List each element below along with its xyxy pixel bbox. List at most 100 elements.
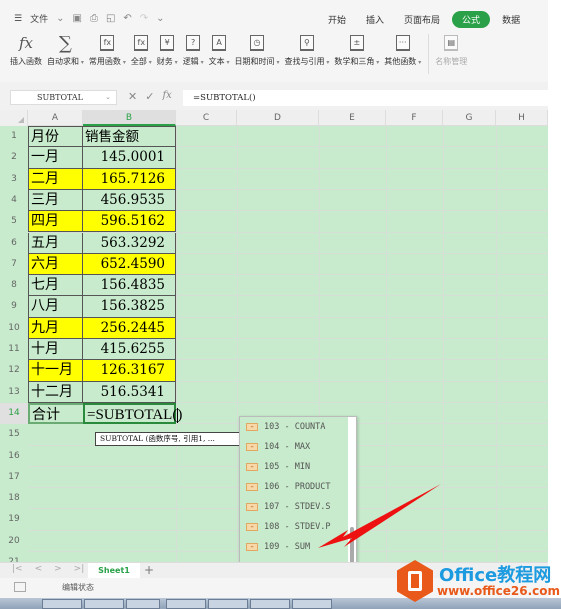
taskbar-item[interactable] [84,599,124,609]
column-header-C[interactable]: C [176,110,237,126]
row-header-17[interactable]: 17 [0,466,28,489]
cell-B12[interactable]: 126.3167 [83,360,176,382]
row-header-16[interactable]: 16 [0,445,28,467]
insert-function-icon[interactable]: fx [162,90,171,103]
next-sheet-icon[interactable]: > [54,564,62,574]
column-header-B[interactable]: B [83,110,176,126]
row-header-13[interactable]: 13 [0,381,28,403]
cell-A11[interactable]: 十月 [28,339,83,361]
autocomplete-item[interactable]: ↔ 106 - PRODUCT [240,477,356,497]
cell-A13[interactable]: 十二月 [28,381,83,403]
undo-icon[interactable]: ↶ [123,13,131,24]
cell-A3[interactable]: 二月 [28,168,83,190]
taskbar-item[interactable] [42,599,82,609]
cancel-icon[interactable]: ✕ [128,90,137,103]
row-header-18[interactable]: 18 [0,488,28,510]
ribbon-button-1[interactable]: ∑ 自动求和 ▾ [47,32,84,67]
cell-B8[interactable]: 156.4835 [83,275,176,297]
cell-B4[interactable]: 456.9535 [83,189,176,212]
cell-A6[interactable]: 五月 [28,232,83,254]
tab-4[interactable]: 数据 [494,11,528,28]
autocomplete-item[interactable]: ↔ 109 - SUM [240,537,356,557]
cell-B5[interactable]: 596.5162 [83,211,176,233]
ribbon-button-7[interactable]: ◷ 日期和时间 ▾ [235,32,279,67]
ribbon-button-8[interactable]: ⚲ 查找与引用 ▾ [284,32,329,67]
file-menu[interactable]: 文件 [30,12,48,25]
prev-sheet-icon[interactable]: < [35,564,43,574]
column-header-D[interactable]: D [237,110,319,126]
ribbon-button-0[interactable]: fx 插入函数 [10,32,42,67]
cell-B7[interactable]: 652.4590 [83,253,176,276]
cell-B3[interactable]: 165.7126 [83,168,176,190]
ribbon-button-2[interactable]: fx 常用函数 ▾ [89,32,126,67]
row-header-19[interactable]: 19 [0,509,28,531]
redo-icon[interactable]: ↷ [140,13,148,24]
row-header-12[interactable]: 12 [0,360,28,382]
first-sheet-icon[interactable]: |< [12,564,23,574]
row-header-14[interactable]: 14 [0,402,28,425]
column-header-A[interactable]: A [28,110,83,126]
cell-A7[interactable]: 六月 [28,253,83,276]
ribbon-button-4[interactable]: ¥ 财务 ▾ [157,32,178,67]
formula-input[interactable]: =SUBTOTAL() [183,90,548,106]
cell-A8[interactable]: 七月 [28,275,83,297]
ribbon-button-10[interactable]: ··· 其他函数 ▾ [384,32,421,67]
cell-B13[interactable]: 516.5341 [83,381,176,403]
cell-A1[interactable]: 月份 [28,126,83,148]
autocomplete-item[interactable]: ↔ 108 - STDEV.P [240,517,356,537]
cell-B10[interactable]: 256.2445 [83,317,176,339]
row-header-11[interactable]: 11 [0,339,28,361]
chevron-down-icon[interactable]: ⌄ [105,91,111,104]
row-header-8[interactable]: 8 [0,275,28,297]
macro-icon[interactable] [14,582,26,592]
row-header-15[interactable]: 15 [0,424,28,446]
column-header-F[interactable]: F [386,110,443,126]
row-header-2[interactable]: 2 [0,147,28,169]
column-header-G[interactable]: G [443,110,496,126]
cell-A4[interactable]: 三月 [28,189,83,212]
cell-A14[interactable]: 合计 [28,402,83,425]
tab-0[interactable]: 开始 [320,11,354,28]
cell-B14-editing[interactable]: =SUBTOTAL() [83,402,182,425]
chevron-down-icon[interactable]: ⌄ [56,13,64,24]
taskbar-item[interactable] [292,599,332,609]
ribbon-button-5[interactable]: ? 逻辑 ▾ [183,32,204,67]
name-box[interactable]: SUBTOTAL ⌄ [10,90,117,105]
cell-A9[interactable]: 八月 [28,296,83,318]
print-preview-icon[interactable]: ◱ [106,13,115,24]
cell-B6[interactable]: 563.3292 [83,232,176,254]
taskbar-item[interactable] [126,599,160,609]
cell-B1[interactable]: 销售金额 [83,126,176,148]
select-all-corner[interactable] [0,110,28,126]
confirm-icon[interactable]: ✓ [145,90,154,103]
column-header-H[interactable]: H [496,110,548,126]
row-header-9[interactable]: 9 [0,296,28,318]
row-header-3[interactable]: 3 [0,168,28,190]
tab-1[interactable]: 插入 [358,11,392,28]
autocomplete-item[interactable]: ↔ 103 - COUNTA [240,417,356,437]
ribbon-button-6[interactable]: A 文本 ▾ [209,32,230,67]
taskbar-item[interactable] [250,599,290,609]
row-header-5[interactable]: 5 [0,211,28,233]
print-icon[interactable]: ⎙ [90,13,98,24]
ribbon-button-9[interactable]: ± 数学和三角 ▾ [334,32,379,67]
row-header-20[interactable]: 20 [0,530,28,552]
save-icon[interactable]: ▣ [72,13,81,24]
tab-2[interactable]: 页面布局 [396,11,448,28]
cell-A5[interactable]: 四月 [28,211,83,233]
cell-A2[interactable]: 一月 [28,147,83,169]
ribbon-button-3[interactable]: fx 全部 ▾ [131,32,152,67]
row-header-10[interactable]: 10 [0,317,28,339]
sheet-tab-sheet1[interactable]: Sheet1 [88,563,140,578]
cell-B2[interactable]: 145.0001 [83,147,176,169]
cell-A10[interactable]: 九月 [28,317,83,339]
autocomplete-item[interactable]: ↔ 107 - STDEV.S [240,497,356,517]
taskbar-item[interactable] [208,599,248,609]
cell-B11[interactable]: 415.6255 [83,339,176,361]
autocomplete-item[interactable]: ↔ 105 - MIN [240,457,356,477]
last-sheet-icon[interactable]: >| [74,564,85,574]
add-sheet-button[interactable]: + [144,563,154,577]
row-header-21[interactable]: 21 [0,552,28,562]
row-header-7[interactable]: 7 [0,253,28,276]
customize-toolbar-icon[interactable]: ⌄ [156,13,164,24]
